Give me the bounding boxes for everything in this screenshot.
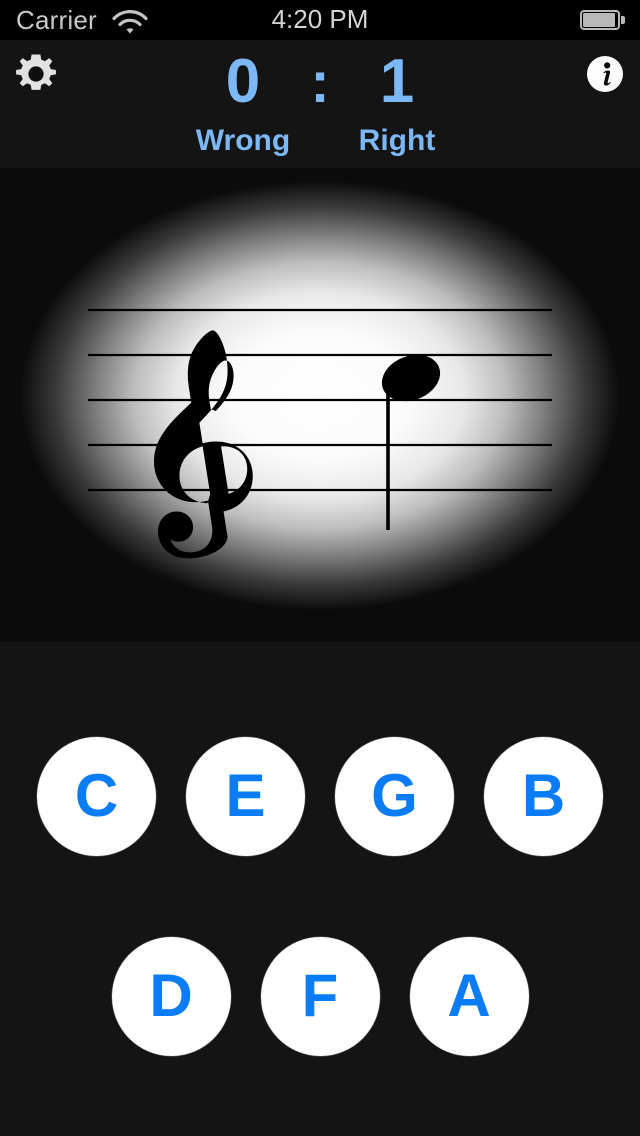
status-bar: Carrier 4:20 PM [0,0,640,40]
answer-button-grid: C E G B D F A [0,642,640,1136]
right-count: 1 [379,47,415,116]
score-numbers: 0 : 1 [0,46,640,119]
status-time: 4:20 PM [271,4,369,34]
answer-button-a[interactable]: A [409,937,529,1056]
answer-button-d[interactable]: D [111,937,231,1056]
score-separator: : [310,50,330,115]
answer-row-top: C E G B [0,737,640,856]
answer-row-bottom: D F A [0,937,640,1056]
answer-label: D [149,961,193,1029]
answer-label: G [371,761,418,829]
answer-label: C [74,761,119,829]
header-bar: 0 : 1 Wrong Right [0,40,640,168]
wrong-count: 0 [225,47,261,116]
battery-nub [621,16,625,24]
app-root: Carrier 4:20 PM 0: 1 Wrong Right C E G … [0,0,640,1136]
wrong-label: Wrong [195,124,291,157]
answer-button-b[interactable]: B [484,737,603,856]
battery-icon [580,10,626,32]
answer-label: A [447,961,491,1029]
battery-fill [583,13,615,27]
answer-button-e[interactable]: E [186,737,305,856]
answer-label: F [301,961,339,1029]
score-labels: Wrong Right [0,124,640,158]
answer-button-g[interactable]: G [335,737,454,856]
info-icon [587,56,623,92]
answer-button-c[interactable]: C [37,737,156,856]
answer-button-f[interactable]: F [260,937,380,1056]
staff-display-panel [0,168,640,642]
answer-label: B [521,761,566,829]
music-staff [88,308,552,559]
info-button[interactable] [583,52,627,96]
right-label: Right [358,124,436,157]
quarter-note [381,354,441,530]
answer-label: E [225,761,266,829]
